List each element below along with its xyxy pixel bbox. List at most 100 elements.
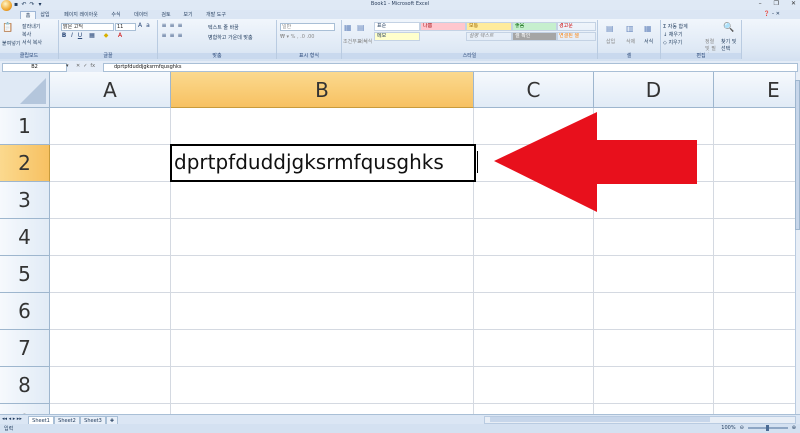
save-icon[interactable]: ▪ xyxy=(13,1,19,8)
tab-insert[interactable]: 삽입 xyxy=(38,11,52,19)
cancel-icon[interactable]: ✕ xyxy=(76,63,80,69)
style-good[interactable]: 좋음 xyxy=(512,22,558,31)
enter-icon[interactable]: ✓ xyxy=(83,63,87,69)
fill-label: 채우기 xyxy=(668,32,683,38)
font-name-field[interactable]: 맑은 고딕 xyxy=(61,23,114,31)
clipboard-label: 클립보드 xyxy=(0,53,58,59)
underline-icon[interactable]: U xyxy=(77,33,83,39)
status-bar: 입력 100% ⊖ ⊕ xyxy=(0,424,800,433)
clipboard-group: 📋 붙여넣기 잘라내기 복사 서식 복사 클립보드 xyxy=(0,20,59,59)
minimize-icon[interactable]: – xyxy=(759,0,762,7)
tab-view[interactable]: 보기 xyxy=(180,11,196,19)
title-bar: Book1 - Microsoft Excel – ❐ ✕ xyxy=(0,0,800,10)
zoom-controls: 100% ⊖ ⊕ xyxy=(721,425,796,431)
alignment-label: 맞춤 xyxy=(158,53,276,59)
style-bad[interactable]: 나쁨 xyxy=(420,22,466,31)
style-warning[interactable]: 경고문 xyxy=(556,22,596,31)
style-normal[interactable]: 표준 xyxy=(374,22,420,31)
bold-icon[interactable]: B xyxy=(61,33,67,39)
zoom-slider[interactable] xyxy=(747,425,788,431)
tab-data[interactable]: 데이터 xyxy=(130,11,152,19)
red-arrow-annotation xyxy=(494,112,697,212)
cells-label: 셀 xyxy=(598,53,660,59)
ribbon-tabs: 홈 삽입 페이지 레이아웃 수식 데이터 검토 보기 개발 도구 ❓ – ✕ xyxy=(0,10,800,20)
restore-icon[interactable]: ❐ xyxy=(774,0,779,7)
tab-formulas[interactable]: 수식 xyxy=(108,11,124,19)
border-icon[interactable]: ▦ xyxy=(89,33,95,39)
format-cells-button[interactable]: 서식 xyxy=(644,38,653,45)
fill-color-icon[interactable]: ◆ xyxy=(103,33,109,39)
align-left-icon[interactable]: ≡ xyxy=(161,33,167,39)
insert-cells-icon: ▤ xyxy=(606,24,614,33)
conditional-format-icon: ▦ xyxy=(344,23,352,32)
styles-label: 스타일 xyxy=(342,53,597,59)
redo-icon[interactable]: ↷ xyxy=(29,1,35,8)
zoom-level[interactable]: 100% xyxy=(721,425,735,431)
cut-button[interactable]: 잘라내기 xyxy=(22,23,40,30)
align-bottom-icon[interactable]: ≡ xyxy=(177,23,183,29)
quick-access-toolbar: ▪ ↶ ↷ ▾ xyxy=(13,1,43,8)
find-select-button[interactable]: 찾기 및 선택 xyxy=(721,38,737,52)
styles-group: ▦ 조건부 서식 ▤ 표 서식 표준 나쁨 보통 좋음 경고문 메모 설명 텍스… xyxy=(342,20,598,59)
shrink-font-icon[interactable]: a xyxy=(145,23,151,29)
insert-cells-button[interactable]: 삽입 xyxy=(606,38,615,45)
cells-group: ▤ 삽입 ▥ 삭제 ▦ 서식 셀 xyxy=(598,20,661,59)
font-group: 맑은 고딕 11 A a B I U ▦ ◆ A 글꼴 xyxy=(59,20,158,59)
align-right-icon[interactable]: ≡ xyxy=(177,33,183,39)
office-button[interactable] xyxy=(1,0,12,11)
tab-review[interactable]: 검토 xyxy=(158,11,174,19)
italic-icon[interactable]: I xyxy=(69,33,75,39)
font-size-field[interactable]: 11 xyxy=(115,23,136,31)
merge-center-button[interactable]: 병합하고 가운데 맞춤 xyxy=(208,34,253,41)
status-mode: 입력 xyxy=(4,426,14,432)
tab-developer[interactable]: 개발 도구 xyxy=(202,11,230,19)
grow-font-icon[interactable]: A xyxy=(137,23,143,29)
editing-label: 편집 xyxy=(661,53,741,59)
align-center-icon[interactable]: ≡ xyxy=(169,33,175,39)
paste-button[interactable]: 붙여넣기 xyxy=(2,40,20,47)
font-color-icon[interactable]: A xyxy=(117,33,123,39)
zoom-in-icon[interactable]: ⊕ xyxy=(792,425,796,431)
style-neutral[interactable]: 보통 xyxy=(466,22,512,31)
formula-icons: ✕ ✓ fx xyxy=(76,63,95,69)
ribbon: 📋 붙여넣기 잘라내기 복사 서식 복사 클립보드 맑은 고딕 11 A a B… xyxy=(0,19,800,62)
align-middle-icon[interactable]: ≡ xyxy=(169,23,175,29)
tab-page-layout[interactable]: 페이지 레이아웃 xyxy=(60,11,102,19)
name-box-dropdown-icon[interactable]: ▾ xyxy=(66,63,69,69)
find-select-icon: 🔍 xyxy=(723,23,735,33)
copy-button[interactable]: 복사 xyxy=(22,31,31,38)
align-top-icon[interactable]: ≡ xyxy=(161,23,167,29)
clear-label: 지우기 xyxy=(668,40,683,46)
customize-icon[interactable]: ▾ xyxy=(37,1,43,8)
vertical-scroll-thumb[interactable] xyxy=(795,80,800,230)
style-explanatory[interactable]: 설명 텍스트 xyxy=(466,32,512,41)
wrap-text-button[interactable]: 텍스트 줄 바꿈 xyxy=(208,24,239,31)
number-format-field[interactable]: 일반 xyxy=(280,23,335,31)
table-format-button[interactable]: 표 서식 xyxy=(357,38,372,45)
help-icon[interactable]: ❓ – ✕ xyxy=(764,11,780,17)
number-format-icons[interactable]: ₩ ▾ % , .0 .00 xyxy=(280,34,314,40)
worksheet-grid[interactable]: A B C D E 1 2 3 4 5 6 7 8 9 dprtpfduddjg… xyxy=(0,72,795,414)
number-label: 표시 형식 xyxy=(277,53,341,59)
sheet-nav-icons[interactable]: ◂◂ ◂ ▸ ▸▸ xyxy=(2,416,22,422)
red-arrow-icon xyxy=(494,112,697,212)
paste-icon[interactable]: 📋 xyxy=(2,23,13,33)
style-linked-cell[interactable]: 연결된 셀 xyxy=(556,32,596,41)
window-title: Book1 - Microsoft Excel xyxy=(370,1,430,7)
function-icon[interactable]: fx xyxy=(90,63,95,69)
close-icon[interactable]: ✕ xyxy=(791,0,796,7)
formula-input[interactable]: dprtpfduddjgksrmfqusghks xyxy=(103,63,798,72)
delete-cells-button[interactable]: 삭제 xyxy=(626,38,635,45)
style-check-cell[interactable]: 셀 확인 xyxy=(512,32,558,41)
undo-icon[interactable]: ↶ xyxy=(21,1,27,8)
style-note[interactable]: 메모 xyxy=(374,32,420,41)
horizontal-scroll-thumb[interactable] xyxy=(490,417,710,422)
font-label: 글꼴 xyxy=(59,53,157,59)
clear-button[interactable]: ◇ 지우기 xyxy=(663,39,682,46)
name-box[interactable]: B2 xyxy=(2,63,67,72)
table-format-icon: ▤ xyxy=(357,23,365,32)
zoom-out-icon[interactable]: ⊖ xyxy=(740,425,744,431)
autosum-button[interactable]: Σ 자동 합계 xyxy=(663,23,688,30)
format-painter-button[interactable]: 서식 복사 xyxy=(22,39,42,46)
fill-button[interactable]: ↓ 채우기 xyxy=(663,31,683,38)
